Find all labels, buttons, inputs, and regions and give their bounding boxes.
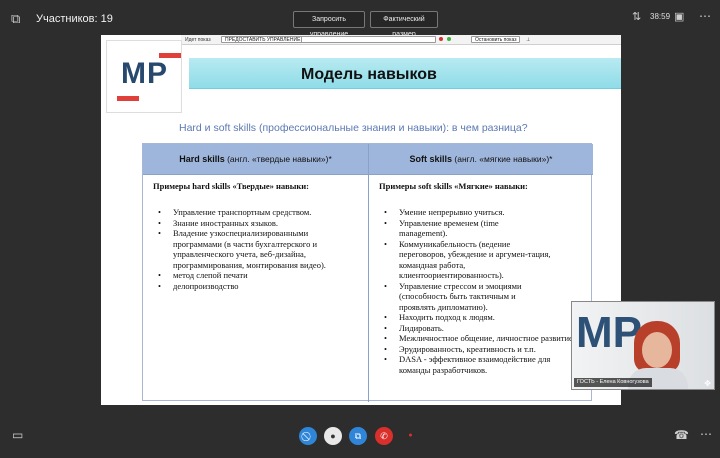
microphone-icon[interactable]: ● [324,427,342,445]
webcam-logo: МР [576,308,642,357]
actual-size-button[interactable]: Фактический размер [370,11,438,38]
pin-icon[interactable]: ⊥ [526,37,530,43]
phone-icon[interactable]: ☎ [674,428,689,442]
stop-sharing-button[interactable]: Остановить показ [471,36,521,43]
sharing-field [301,36,436,43]
participants-icon[interactable]: ⧉ [11,11,20,27]
camera-off-icon[interactable]: ⃠ [299,427,317,445]
top-bar: ⧉ Участников: 19 Запросить управление Фа… [0,0,720,38]
hard-skills-header-bold: Hard skills [179,154,225,164]
list-item: Знание иностранных языков. [153,218,373,229]
soft-skills-list: Умение непрерывно учиться. Управление вр… [379,207,599,375]
list-item: делопроизводство [153,281,373,292]
list-item: Эрудированность, креативность и т.п. [379,344,599,355]
participant-face [642,332,672,368]
grant-control-button[interactable]: ПРЕДОСТАВИТЬ УПРАВЛЕНИЕ [221,36,305,43]
list-item: Лидировать. [379,323,599,334]
list-item: Находить подход к людям. [379,312,599,323]
slide-subtitle: Hard и soft skills (профессиональные зна… [179,122,528,134]
list-item: Коммуникабельность (ведение переговоров,… [379,239,557,281]
hard-skills-column: Примеры hard skills «Твердые» навыки: Уп… [153,181,373,291]
company-logo: МР [106,40,182,113]
soft-skills-header-rest: (англ. «мягкие навыки»)* [452,154,553,164]
network-icon: ⇅ [632,11,642,23]
share-screen-icon[interactable]: ⧉ [349,427,367,445]
webcam-tile[interactable]: МР ГОСТЬ - Елена Ковногузова ✥ [571,301,715,390]
record-indicator-icon [439,37,443,41]
layout-icon[interactable]: ▣ [674,10,684,23]
list-item: Владение узкоспециализированными програм… [153,228,333,270]
logo-bar-bottom [117,96,139,101]
sharing-status: Идет показ [185,37,211,43]
list-item: Управление временем (time management). [379,218,539,239]
list-item: Управление стрессом и эмоциями (способно… [379,281,551,313]
more-icon[interactable]: ⋯ [700,427,712,441]
shared-screen: Идет показ ПРЕДОСТАВИТЬ УПРАВЛЕНИЕ Остан… [101,35,621,405]
expand-icon[interactable]: ✥ [704,379,711,388]
webcam-name-label: ГОСТЬ - Елена Ковногузова [574,378,652,387]
hard-skills-header-rest: (англ. «твердые навыки»)* [224,154,332,164]
hard-skills-list: Управление транспортным средством. Знани… [153,207,373,291]
skills-table: Hard skills (англ. «твердые навыки»)* So… [142,143,593,402]
list-item: Управление транспортным средством. [153,207,373,218]
soft-skills-header: Soft skills (англ. «мягкие навыки»)* [369,144,593,175]
more-options-icon[interactable]: ⋯ [699,9,711,23]
meeting-window: ⧉ Участников: 19 Запросить управление Фа… [0,0,720,458]
slide-title: Модель навыков [301,66,437,83]
end-call-icon[interactable]: ✆ [375,427,393,445]
soft-skills-header-bold: Soft skills [409,154,453,164]
call-timer: 38:59 [650,12,671,21]
bottom-bar: ▭ ⃠ ● ⧉ ✆ ● ☎ ⋯ [0,420,720,458]
list-item: метод слепой печати [153,270,373,281]
list-item: DASA - эффективное взаимодействие для ко… [379,354,579,375]
hard-skills-subhead: Примеры hard skills «Твердые» навыки: [153,181,310,191]
request-control-button[interactable]: Запросить управление [293,11,365,38]
mic-indicator-icon [447,37,451,41]
list-item: Умение непрерывно учиться. [379,207,599,218]
soft-skills-subhead: Примеры soft skills «Мягкие» навыки: [379,181,528,191]
soft-skills-column: Примеры soft skills «Мягкие» навыки: Уме… [379,181,599,375]
logo-text: МР [121,57,168,90]
hard-skills-header: Hard skills (англ. «твердые навыки»)* [143,144,368,175]
chat-icon[interactable]: ▭ [12,428,23,442]
sharing-toolbar: Идет показ ПРЕДОСТАВИТЬ УПРАВЛЕНИЕ Остан… [181,35,621,45]
participants-count[interactable]: Участников: 19 [36,13,113,25]
list-item: Межличностное общение, личностное развит… [379,333,579,344]
record-icon[interactable]: ● [404,429,417,442]
